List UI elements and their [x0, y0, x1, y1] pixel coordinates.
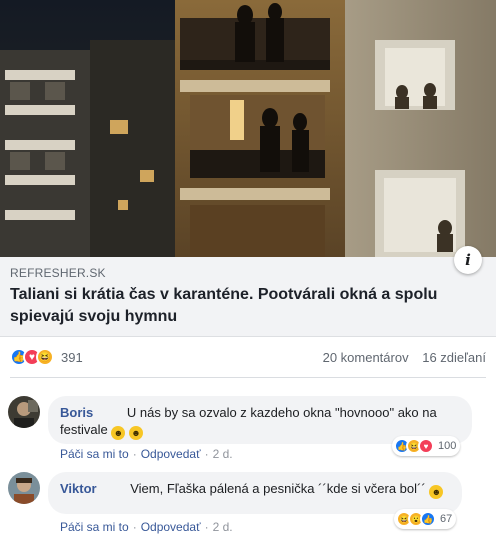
comment-actions: Páči sa mi to · Odpovedať · 2 d.	[60, 447, 233, 461]
comment-reaction-count: 100	[438, 440, 457, 452]
comment: Viktor Viem, Fľaška pálená a pesnička ´´…	[8, 472, 488, 538]
avatar[interactable]	[8, 396, 40, 428]
comment: Boris U nás by sa ozvalo z kazdeho okna …	[8, 396, 488, 466]
reply-link[interactable]: Odpovedať	[141, 520, 201, 534]
grinning-emoji: ☻	[111, 426, 126, 440]
comment-bubble: Viktor Viem, Fľaška pálená a pesnička ´´…	[48, 472, 462, 514]
reactions-summary: 👍 ♥ 😆 391 20 komentárov 16 zdieľaní	[10, 344, 486, 370]
link-headline[interactable]: Taliani si krátia čas v karanténe. Pootv…	[10, 284, 480, 328]
comments-count-link[interactable]: 20 komentárov	[323, 350, 409, 365]
comment-reactions[interactable]: 😆 😮 👍 67	[394, 509, 457, 529]
comment-reaction-count: 67	[440, 513, 453, 525]
love-icon: ♥	[418, 438, 434, 454]
divider	[10, 377, 486, 378]
shares-count-link[interactable]: 16 zdieľaní	[422, 350, 486, 365]
reaction-count[interactable]: 391	[61, 350, 83, 365]
comment-timestamp[interactable]: 2 d.	[213, 447, 233, 461]
grinning-emoji: ☻	[128, 426, 143, 440]
balconies-image	[0, 0, 496, 257]
comment-author[interactable]: Viktor	[60, 481, 97, 496]
comment-reactions[interactable]: 👍 😆 ♥ 100	[392, 436, 461, 456]
comment-author[interactable]: Boris	[60, 405, 93, 420]
info-icon[interactable]: i	[454, 246, 482, 274]
haha-icon: 😆	[36, 348, 54, 366]
post-video-thumbnail[interactable]	[0, 0, 496, 257]
comment-timestamp[interactable]: 2 d.	[213, 520, 233, 534]
like-link[interactable]: Páči sa mi to	[60, 520, 129, 534]
comment-text: Viem, Fľaška pálená a pesnička ´´kde si …	[130, 481, 426, 496]
avatar[interactable]	[8, 472, 40, 504]
like-icon: 👍	[420, 511, 436, 527]
comment-actions: Páči sa mi to · Odpovedať · 2 d.	[60, 520, 233, 534]
link-preview[interactable]: REFRESHER.SK Taliani si krátia čas v kar…	[0, 257, 496, 337]
post-stats: 20 komentárov 16 zdieľaní	[323, 350, 486, 365]
link-domain: REFRESHER.SK	[10, 266, 106, 280]
reactions-icons[interactable]: 👍 ♥ 😆	[10, 348, 54, 366]
like-link[interactable]: Páči sa mi to	[60, 447, 129, 461]
reply-link[interactable]: Odpovedať	[141, 447, 201, 461]
grinning-emoji: ☻	[429, 485, 444, 499]
